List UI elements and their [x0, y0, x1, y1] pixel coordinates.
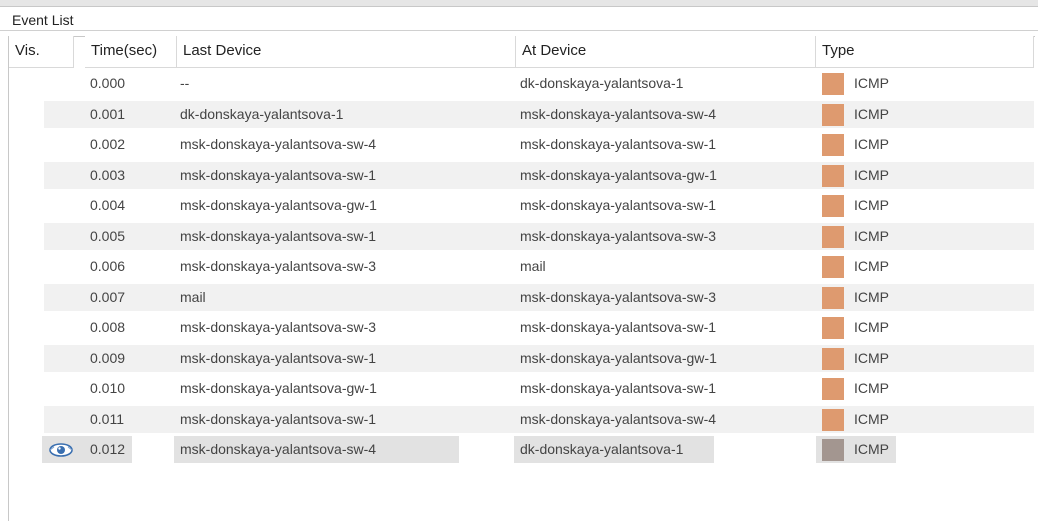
header-vis[interactable]: Vis.	[9, 36, 74, 68]
at-device-cell: msk-donskaya-yalantsova-sw-3	[520, 288, 717, 305]
last-device-cell: msk-donskaya-yalantsova-gw-1	[180, 380, 377, 396]
type-color-swatch	[822, 347, 844, 370]
table-row[interactable]: 0.000 -- dk-donskaya-yalantsova-1 ICMP	[44, 70, 1034, 97]
table-row[interactable]: 0.005 msk-donskaya-yalantsova-sw-1 msk-don…	[44, 222, 1034, 250]
table-row[interactable]: 0.010 msk-donskaya-yalantsova-gw-1 msk-don…	[44, 375, 1034, 402]
type-color-swatch	[822, 164, 844, 187]
top-border	[0, 0, 1038, 7]
last-device-cell: msk-donskaya-yalantsova-sw-3	[180, 319, 377, 335]
type-cell: ICMP	[854, 441, 889, 457]
last-device-cell: msk-donskaya-yalantsova-sw-1	[180, 166, 377, 183]
last-device-cell: --	[180, 75, 190, 91]
table-row[interactable]: 0.003 msk-donskaya-yalantsova-sw-1 msk-don…	[44, 161, 1034, 189]
panel-title: Event List	[12, 12, 74, 28]
time-cell: 0.001	[90, 105, 126, 122]
last-device-cell: mail	[180, 288, 206, 305]
type-cell: ICMP	[854, 105, 889, 122]
table-row[interactable]: 0.004 msk-donskaya-yalantsova-gw-1 msk-don…	[44, 192, 1034, 219]
type-cell: ICMP	[854, 349, 889, 366]
table-row[interactable]: 0.008 msk-donskaya-yalantsova-sw-3 msk-don…	[44, 314, 1034, 341]
time-cell: 0.004	[90, 197, 126, 213]
title-divider	[0, 30, 1038, 31]
time-cell: 0.011	[90, 410, 124, 427]
last-device-cell: dk-donskaya-yalantsova-1	[180, 105, 344, 122]
time-cell: 0.012	[90, 441, 126, 457]
type-color-swatch	[822, 103, 844, 126]
header-type[interactable]: Type	[816, 36, 1034, 68]
event-list-panel: Event List Vis. Time(sec) Last Device At…	[0, 0, 1038, 521]
time-cell: 0.010	[90, 380, 126, 396]
time-cell: 0.006	[90, 258, 126, 274]
at-device-cell: msk-donskaya-yalantsova-sw-1	[520, 136, 717, 152]
last-device-cell: msk-donskaya-yalantsova-sw-1	[180, 227, 377, 244]
type-cell: ICMP	[854, 288, 889, 305]
table-row[interactable]: 0.002 msk-donskaya-yalantsova-sw-4 msk-don…	[44, 131, 1034, 158]
type-cell: ICMP	[854, 380, 889, 396]
table-row[interactable]: 0.012 msk-donskaya-yalantsova-sw-4 dk-dons…	[42, 436, 1034, 463]
type-color-swatch	[822, 73, 844, 95]
type-color-swatch	[822, 378, 844, 400]
last-device-cell: msk-donskaya-yalantsova-sw-4	[180, 136, 377, 152]
last-device-cell: msk-donskaya-yalantsova-sw-3	[180, 258, 377, 274]
type-cell: ICMP	[854, 227, 889, 244]
table-row[interactable]: 0.007 mail msk-donskaya-yalantsova-sw-3 ICM…	[44, 283, 1034, 311]
at-device-cell: msk-donskaya-yalantsova-sw-4	[520, 410, 717, 427]
type-cell: ICMP	[854, 410, 889, 427]
type-color-swatch	[822, 225, 844, 248]
at-device-cell: dk-donskaya-yalantsova-1	[520, 441, 684, 457]
time-cell: 0.009	[90, 349, 126, 366]
type-cell: ICMP	[854, 166, 889, 183]
type-cell: ICMP	[854, 197, 889, 213]
table-row[interactable]: 0.009 msk-donskaya-yalantsova-sw-1 msk-don…	[44, 344, 1034, 372]
type-cell: ICMP	[854, 258, 889, 274]
eye-icon[interactable]	[48, 440, 74, 460]
type-cell: ICMP	[854, 319, 889, 335]
type-color-swatch	[822, 317, 844, 339]
table-row[interactable]: 0.001 dk-donskaya-yalantsova-1 msk-donskay…	[44, 100, 1034, 128]
at-device-cell: msk-donskaya-yalantsova-sw-3	[520, 227, 717, 244]
last-device-cell: msk-donskaya-yalantsova-gw-1	[180, 197, 377, 213]
header-last-device[interactable]: Last Device	[177, 36, 516, 68]
type-color-swatch	[822, 134, 844, 156]
last-device-cell: msk-donskaya-yalantsova-sw-1	[180, 349, 377, 366]
type-color-swatch	[822, 439, 844, 461]
type-color-swatch	[822, 256, 844, 278]
table-row[interactable]: 0.006 msk-donskaya-yalantsova-sw-3 mail ICM…	[44, 253, 1034, 280]
type-cell: ICMP	[854, 75, 889, 91]
time-cell: 0.002	[90, 136, 126, 152]
at-device-cell: msk-donskaya-yalantsova-sw-1	[520, 197, 717, 213]
type-color-swatch	[822, 408, 844, 431]
at-device-cell: mail	[520, 258, 546, 274]
type-cell: ICMP	[854, 136, 889, 152]
header-at-device[interactable]: At Device	[516, 36, 816, 68]
last-device-cell: msk-donskaya-yalantsova-sw-4	[180, 441, 377, 457]
type-color-swatch	[822, 286, 844, 309]
time-cell: 0.005	[90, 227, 126, 244]
type-color-swatch	[822, 195, 844, 217]
time-cell: 0.007	[90, 288, 126, 305]
time-cell: 0.000	[90, 75, 126, 91]
at-device-cell: msk-donskaya-yalantsova-gw-1	[520, 166, 717, 183]
table-row[interactable]: 0.011 msk-donskaya-yalantsova-sw-1 msk-don…	[44, 405, 1034, 433]
time-cell: 0.003	[90, 166, 126, 183]
last-device-cell: msk-donskaya-yalantsova-sw-1	[180, 410, 377, 427]
time-cell: 0.008	[90, 319, 126, 335]
at-device-cell: msk-donskaya-yalantsova-sw-1	[520, 319, 717, 335]
at-device-cell: msk-donskaya-yalantsova-sw-4	[520, 105, 717, 122]
at-device-cell: msk-donskaya-yalantsova-gw-1	[520, 349, 717, 366]
at-device-cell: dk-donskaya-yalantsova-1	[520, 75, 684, 91]
at-device-cell: msk-donskaya-yalantsova-sw-1	[520, 380, 717, 396]
header-time[interactable]: Time(sec)	[85, 36, 177, 68]
